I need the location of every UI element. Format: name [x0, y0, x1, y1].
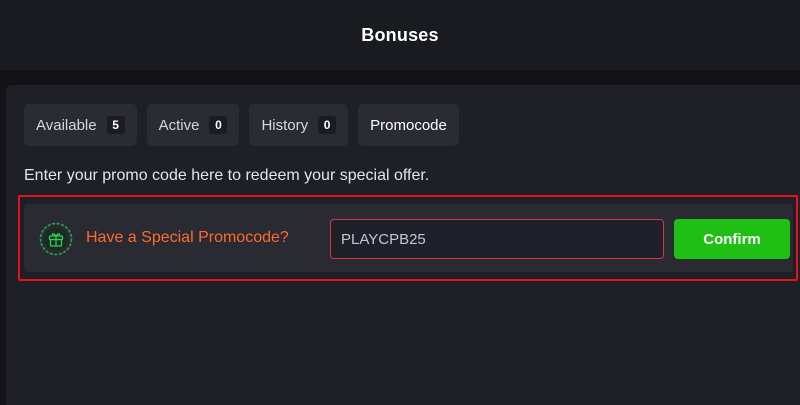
- promo-highlight-box: Have a Special Promocode? Confirm: [18, 195, 798, 281]
- tab-label: Available: [36, 116, 97, 134]
- promo-description: Enter your promo code here to redeem you…: [24, 167, 430, 184]
- page-header: Bonuses: [0, 0, 800, 70]
- tab-history[interactable]: History 0: [249, 104, 349, 146]
- tab-count-badge: 0: [209, 116, 228, 134]
- page-title: Bonuses: [361, 24, 439, 45]
- tab-promocode[interactable]: Promocode: [358, 104, 459, 146]
- tab-count-badge: 0: [318, 116, 337, 134]
- bonus-tabs: Available 5 Active 0 History 0 Promocode: [24, 104, 459, 146]
- tab-active[interactable]: Active 0: [146, 104, 240, 146]
- gift-icon: [39, 222, 73, 256]
- tab-label: History: [261, 116, 309, 134]
- confirm-button[interactable]: Confirm: [674, 219, 790, 259]
- tab-available[interactable]: Available 5: [24, 104, 137, 146]
- tab-count-badge: 5: [106, 116, 125, 134]
- bonuses-panel: Available 5 Active 0 History 0 Promocode…: [6, 85, 800, 405]
- promo-label: Have a Special Promocode?: [86, 229, 289, 246]
- tab-label: Promocode: [370, 116, 447, 134]
- promo-card: Have a Special Promocode? Confirm: [24, 204, 793, 272]
- tab-label: Active: [158, 116, 200, 134]
- promocode-input[interactable]: [330, 219, 664, 259]
